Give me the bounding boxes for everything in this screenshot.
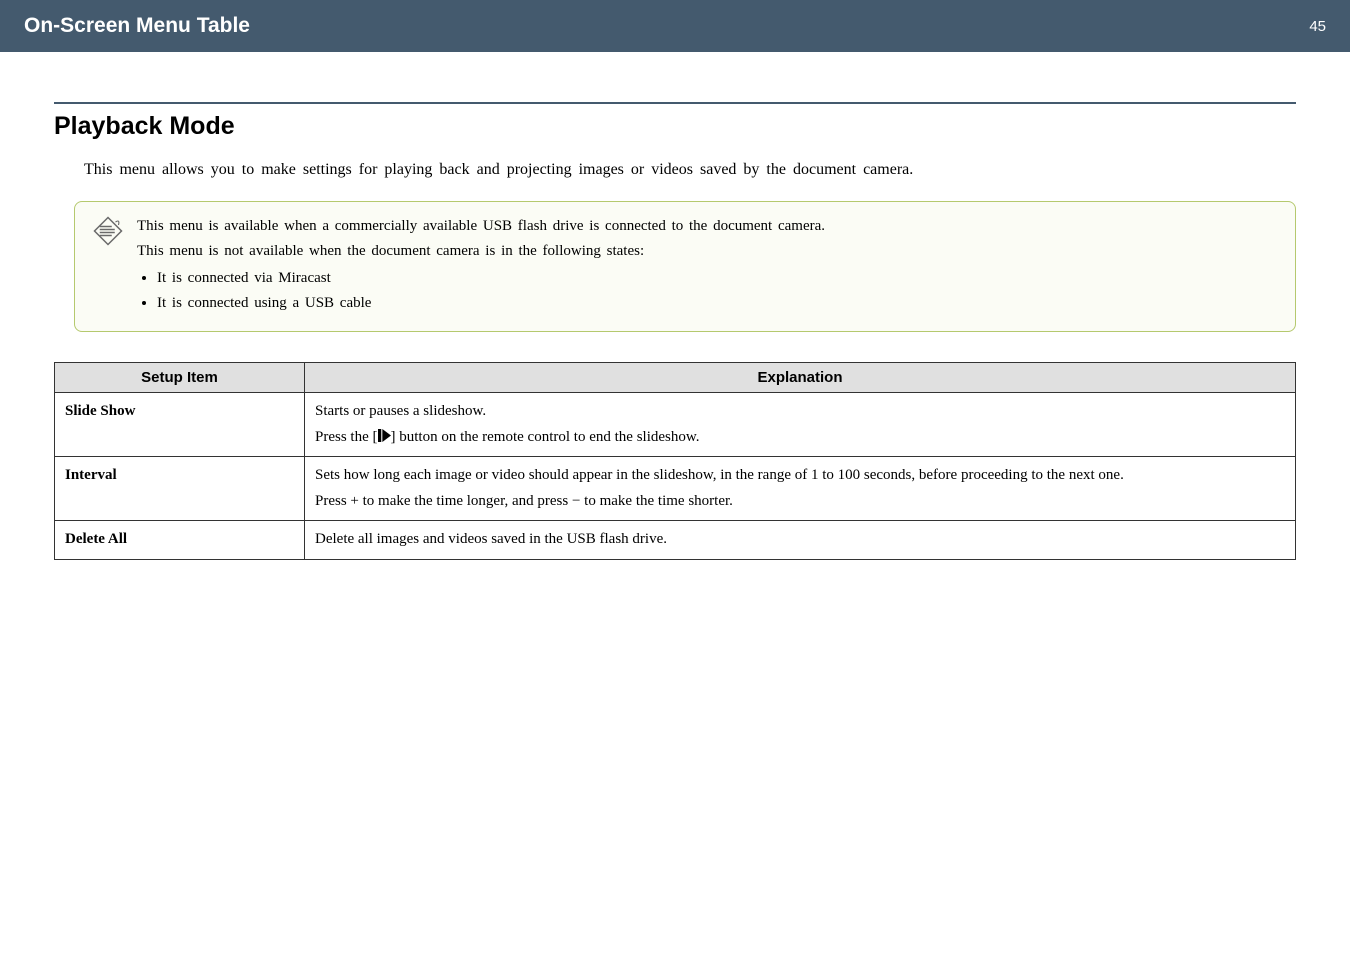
exp-text: Starts or pauses a slideshow. [315, 403, 486, 419]
settings-table: Setup Item Explanation Slide Show Starts… [54, 362, 1296, 560]
table-header-explanation: Explanation [305, 363, 1296, 393]
exp-text: Sets how long each image or video should… [315, 467, 1124, 483]
intro-paragraph: This menu allows you to make settings fo… [84, 161, 1296, 179]
setup-item-cell: Delete All [55, 521, 305, 560]
table-row: Interval Sets how long each image or vid… [55, 457, 1296, 521]
exp-text: Press + to make the time longer, and pre… [315, 493, 733, 509]
exp-text: ] button on the remote control to end th… [391, 429, 700, 445]
note-box: This menu is available when a commercial… [74, 201, 1296, 332]
page-number: 45 [1309, 18, 1326, 35]
explanation-cell: Starts or pauses a slideshow. Press the … [305, 393, 1296, 457]
section-heading: Playback Mode [54, 112, 1296, 141]
note-line-1: This menu is available when a commercial… [137, 214, 825, 239]
header-bar: On-Screen Menu Table 45 [0, 0, 1350, 52]
page-title: On-Screen Menu Table [24, 14, 250, 38]
setup-item-cell: Slide Show [55, 393, 305, 457]
table-row: Delete All Delete all images and videos … [55, 521, 1296, 560]
table-row: Slide Show Starts or pauses a slideshow.… [55, 393, 1296, 457]
note-icon [93, 216, 123, 246]
setup-item-cell: Interval [55, 457, 305, 521]
table-header-row: Setup Item Explanation [55, 363, 1296, 393]
note-bullet-2: It is connected using a USB cable [157, 291, 825, 316]
note-line-2: This menu is not available when the docu… [137, 239, 825, 264]
play-icon [378, 425, 391, 451]
exp-text: Press the [ [315, 429, 378, 445]
explanation-cell: Sets how long each image or video should… [305, 457, 1296, 521]
note-bullet-1: It is connected via Miracast [157, 266, 825, 291]
explanation-cell: Delete all images and videos saved in th… [305, 521, 1296, 560]
table-header-setup: Setup Item [55, 363, 305, 393]
note-content: This menu is available when a commercial… [137, 214, 825, 317]
content-area: Playback Mode This menu allows you to ma… [0, 102, 1350, 560]
section-divider [54, 102, 1296, 104]
